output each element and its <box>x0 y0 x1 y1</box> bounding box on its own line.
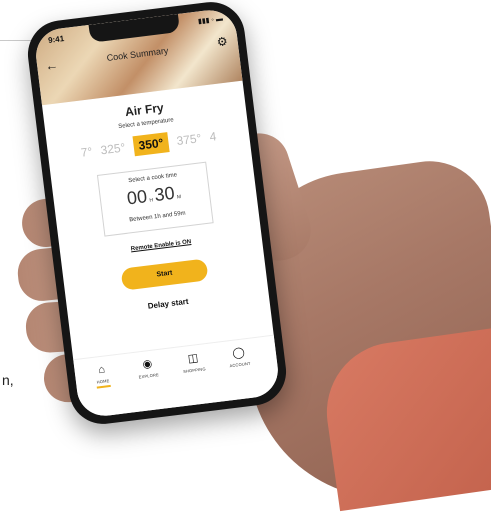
bottom-nav: ⌂ HOME ◉ EXPLORE ◫ SHOPPING ◯ ACCOUNT <box>73 334 282 419</box>
delay-start-button[interactable]: Delay start <box>67 287 269 321</box>
minutes-unit: M <box>176 193 182 201</box>
temperature-option[interactable]: 7° <box>80 144 93 159</box>
background-text-fragment: n, <box>2 372 14 388</box>
temperature-option-selected[interactable]: 350° <box>132 132 170 157</box>
minutes-value[interactable]: 30 <box>153 183 175 205</box>
nav-home[interactable]: ⌂ HOME <box>80 360 125 390</box>
gear-icon[interactable]: ⚙ <box>216 34 228 49</box>
nav-explore[interactable]: ◉ EXPLORE <box>126 355 170 381</box>
temperature-option[interactable]: 325° <box>100 140 126 157</box>
nav-shopping[interactable]: ◫ SHOPPING <box>171 349 215 375</box>
nav-account[interactable]: ◯ ACCOUNT <box>217 344 261 370</box>
hours-value[interactable]: 00 <box>126 186 148 208</box>
cook-time-picker[interactable]: Select a cook time 00H30M Between 1h and… <box>96 161 214 237</box>
start-button[interactable]: Start <box>120 258 209 291</box>
hours-unit: H <box>149 197 154 204</box>
active-indicator <box>96 384 111 389</box>
remote-enable-link[interactable]: Remote Enable is ON <box>60 230 261 261</box>
status-time: 9:41 <box>47 34 65 45</box>
temperature-option[interactable]: 375° <box>176 131 202 148</box>
phone-screen: 9:41 ▮▮▮ ◦ ▬ ← Cook Summary ⚙ Air Fry Se… <box>32 7 282 419</box>
temperature-option[interactable]: 4 <box>209 129 217 144</box>
